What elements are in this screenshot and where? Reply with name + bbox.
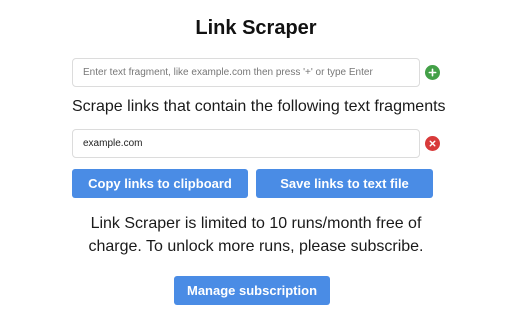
limit-notice-line1: Link Scraper is limited to 10 runs/month… [90,215,422,232]
add-fragment-button[interactable] [425,65,440,80]
remove-fragment-button[interactable] [425,136,440,151]
save-links-button[interactable]: Save links to text file [256,169,433,198]
fragment-field[interactable] [72,129,420,158]
app-title: Link Scraper [195,17,317,39]
limit-notice-line2: charge. To unlock more runs, please subs… [88,238,424,255]
manage-subscription-button[interactable]: Manage subscription [174,276,330,305]
instruction-text: Scrape links that contain the following … [72,98,446,115]
close-icon [429,140,436,147]
copy-links-button[interactable]: Copy links to clipboard [72,169,248,198]
plus-icon [428,68,437,77]
limit-notice: Link Scraper is limited to 10 runs/month… [60,212,452,258]
link-scraper-popup: Link Scraper Scrape links that contain t… [0,0,512,320]
fragment-input[interactable] [72,58,420,87]
